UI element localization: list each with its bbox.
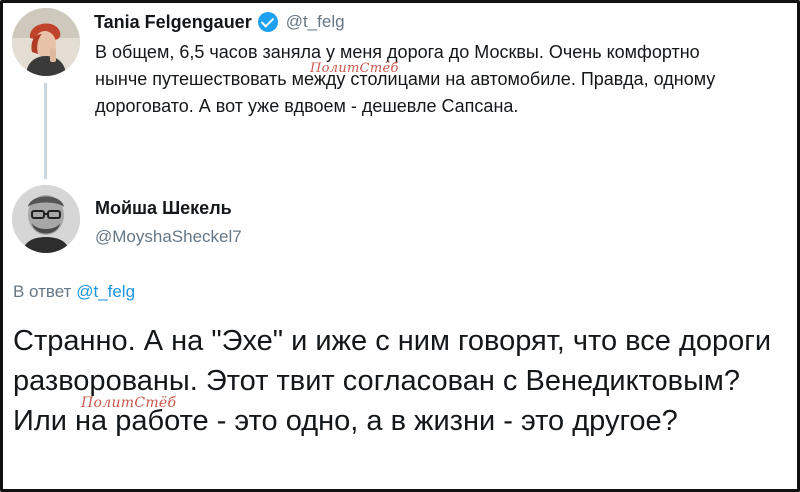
avatar-moysha-sheckel[interactable] (12, 185, 80, 253)
reply-to-line: В ответ @t_felg (13, 282, 135, 302)
reply-author-handle[interactable]: @MoyshaSheckel7 (95, 227, 242, 247)
tweet-author-name[interactable]: Tania Felgengauer (94, 12, 252, 33)
reply-to-prefix: В ответ (13, 282, 72, 301)
avatar-image (12, 8, 80, 76)
tweet-screenshot-frame: Tania Felgengauer @t_felg В общем, 6,5 ч… (0, 0, 800, 492)
thread-connector-line (44, 83, 47, 179)
reply-text: Странно. А на "Эхе" и иже с ним говорят,… (13, 325, 772, 437)
verified-badge-icon (257, 12, 278, 32)
watermark: ПолитСтёб (81, 395, 177, 411)
tweet-text: В общем, 6,5 часов заняла у меня дорога … (95, 42, 716, 116)
reply-author-name[interactable]: Мойша Шекель (95, 198, 232, 219)
tweet-author-handle[interactable]: @t_felg (286, 12, 345, 32)
watermark: ПолитСтёб (310, 61, 399, 76)
reply-to-handle-link[interactable]: @t_felg (76, 282, 135, 301)
avatar-image (12, 185, 80, 253)
tweet-header: Tania Felgengauer @t_felg (94, 9, 345, 35)
avatar-tania-felgengauer[interactable] (12, 8, 80, 76)
